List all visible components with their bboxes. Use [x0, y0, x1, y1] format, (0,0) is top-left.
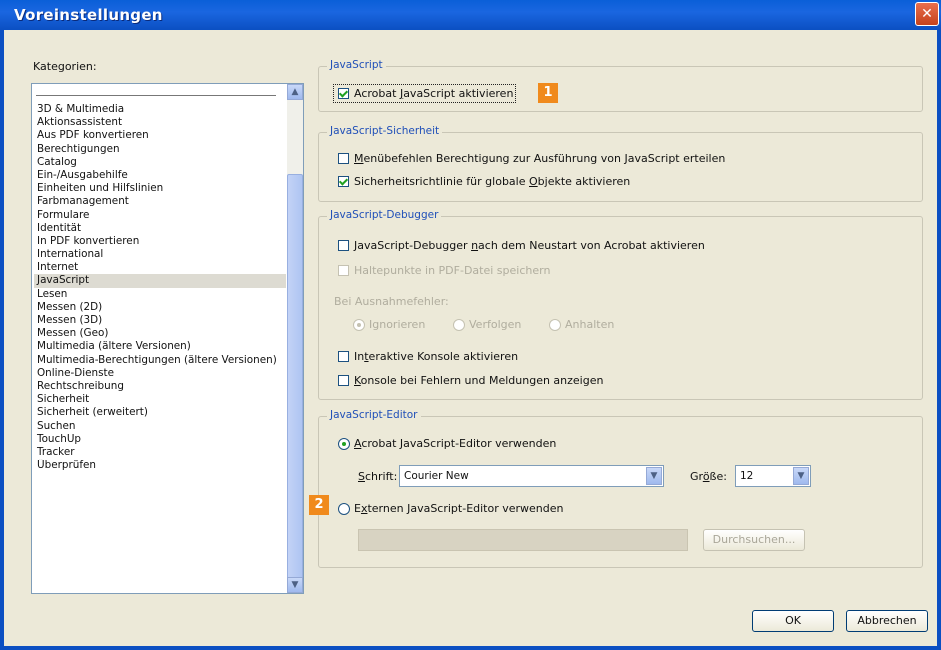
- follow-radio[interactable]: [453, 319, 465, 331]
- category-item[interactable]: Suchen: [34, 420, 286, 433]
- window-frame-right: [937, 30, 941, 650]
- follow-label: Verfolgen: [469, 318, 522, 331]
- ok-button[interactable]: OK: [752, 610, 834, 632]
- cancel-button[interactable]: Abbrechen: [846, 610, 928, 632]
- chevron-down-icon[interactable]: ▼: [646, 467, 662, 485]
- ignore-label: Ignorieren: [369, 318, 426, 331]
- show-console-checkbox[interactable]: [338, 375, 349, 386]
- editor-legend: JavaScript-Editor: [327, 409, 421, 421]
- security-legend: JavaScript-Sicherheit: [327, 125, 443, 137]
- category-item[interactable]: Formulare: [34, 209, 286, 222]
- category-item[interactable]: Internet: [34, 261, 286, 274]
- javascript-security-group: JavaScript-Sicherheit: [318, 125, 923, 202]
- category-item[interactable]: Messen (Geo): [34, 327, 286, 340]
- category-item[interactable]: Sicherheit (erweitert): [34, 406, 286, 419]
- menu-permission-label[interactable]: Menübefehlen Berechtigung zur Ausführung…: [354, 152, 725, 165]
- close-button[interactable]: ✕: [915, 2, 939, 26]
- save-breakpoints-checkbox[interactable]: [338, 265, 349, 276]
- callout-badge-2: 2: [309, 495, 329, 515]
- ignore-radio[interactable]: [353, 319, 365, 331]
- stop-radio[interactable]: [549, 319, 561, 331]
- window-frame-bottom: [0, 646, 941, 650]
- category-item[interactable]: Berechtigungen: [34, 143, 286, 156]
- external-editor-radio[interactable]: [338, 503, 350, 515]
- category-item[interactable]: Tracker: [34, 446, 286, 459]
- category-item[interactable]: Messen (3D): [34, 314, 286, 327]
- external-editor-label[interactable]: Externen JavaScript-Editor verwenden: [354, 502, 564, 515]
- category-item[interactable]: Aktionsassistent: [34, 116, 286, 129]
- font-label: Schrift:: [358, 470, 398, 483]
- categories-items: 3D & Multimedia Aktionsassistent Aus PDF k…: [34, 103, 286, 472]
- category-item[interactable]: Catalog: [34, 156, 286, 169]
- interactive-console-checkbox[interactable]: [338, 351, 349, 362]
- window-frame-left: [0, 30, 4, 650]
- show-console-label[interactable]: Konsole bei Fehlern und Meldungen anzeig…: [354, 374, 603, 387]
- category-item[interactable]: Überprüfen: [34, 459, 286, 472]
- stop-label: Anhalten: [565, 318, 615, 331]
- window-title: Voreinstellungen: [14, 6, 163, 24]
- category-item[interactable]: In PDF konvertieren: [34, 235, 286, 248]
- category-item[interactable]: Multimedia (ältere Versionen): [34, 340, 286, 353]
- category-item[interactable]: Messen (2D): [34, 301, 286, 314]
- scroll-down-button[interactable]: ▼: [287, 577, 303, 593]
- category-item[interactable]: Sicherheit: [34, 393, 286, 406]
- categories-scrollbar[interactable]: ▲ ▼: [287, 84, 303, 593]
- scroll-thumb[interactable]: [287, 174, 303, 593]
- browse-button[interactable]: Durchsuchen...: [703, 529, 805, 551]
- interactive-console-label[interactable]: Interaktive Konsole aktivieren: [354, 350, 518, 363]
- category-item[interactable]: JavaScript: [34, 274, 286, 288]
- category-item[interactable]: Rechtschreibung: [34, 380, 286, 393]
- categories-list[interactable]: 3D & Multimedia Aktionsassistent Aus PDF k…: [31, 83, 304, 594]
- title-bar[interactable]: Voreinstellungen ✕: [0, 0, 941, 30]
- on-error-label: Bei Ausnahmefehler:: [334, 295, 449, 308]
- save-breakpoints-label: Haltepunkte in PDF-Datei speichern: [354, 264, 551, 277]
- category-item[interactable]: TouchUp: [34, 433, 286, 446]
- font-select[interactable]: Courier New ▼: [399, 465, 664, 487]
- category-item[interactable]: 3D & Multimedia: [34, 103, 286, 116]
- category-item[interactable]: International: [34, 248, 286, 261]
- external-editor-path-field[interactable]: [358, 529, 688, 551]
- menu-permission-checkbox[interactable]: [338, 153, 349, 164]
- size-label: Größe:: [690, 470, 727, 483]
- global-objects-checkbox[interactable]: [338, 176, 349, 187]
- category-item[interactable]: Identität: [34, 222, 286, 235]
- category-item[interactable]: Ein-/Ausgabehilfe: [34, 169, 286, 182]
- category-item[interactable]: Einheiten und Hilfslinien: [34, 182, 286, 195]
- category-item[interactable]: Multimedia-Berechtigungen (ältere Versio…: [34, 354, 286, 367]
- category-item[interactable]: Online-Dienste: [34, 367, 286, 380]
- debugger-legend: JavaScript-Debugger: [327, 209, 442, 221]
- category-item[interactable]: Aus PDF konvertieren: [34, 129, 286, 142]
- font-select-value: Courier New: [404, 470, 469, 482]
- global-objects-label[interactable]: Sicherheitsrichtlinie für globale Objekt…: [354, 175, 630, 188]
- category-item[interactable]: Lesen: [34, 288, 286, 301]
- enable-javascript-label[interactable]: Acrobat JavaScript aktivieren: [354, 87, 513, 100]
- preferences-dialog: Voreinstellungen ✕ Kategorien: 3D & Mult…: [0, 0, 941, 650]
- acrobat-editor-radio[interactable]: [338, 438, 350, 450]
- list-divider: [36, 95, 276, 96]
- acrobat-editor-label[interactable]: Acrobat JavaScript-Editor verwenden: [354, 437, 556, 450]
- scroll-up-button[interactable]: ▲: [287, 84, 303, 100]
- categories-label: Kategorien:: [33, 60, 97, 73]
- category-item[interactable]: Farbmanagement: [34, 195, 286, 208]
- javascript-legend: JavaScript: [327, 59, 386, 71]
- size-select[interactable]: 12 ▼: [735, 465, 811, 487]
- enable-javascript-checkbox[interactable]: [338, 88, 349, 99]
- chevron-down-icon[interactable]: ▼: [793, 467, 809, 485]
- callout-badge-1: 1: [538, 83, 558, 103]
- size-select-value: 12: [740, 470, 754, 482]
- debugger-restart-label[interactable]: JavaScript-Debugger nach dem Neustart vo…: [354, 239, 705, 252]
- debugger-restart-checkbox[interactable]: [338, 240, 349, 251]
